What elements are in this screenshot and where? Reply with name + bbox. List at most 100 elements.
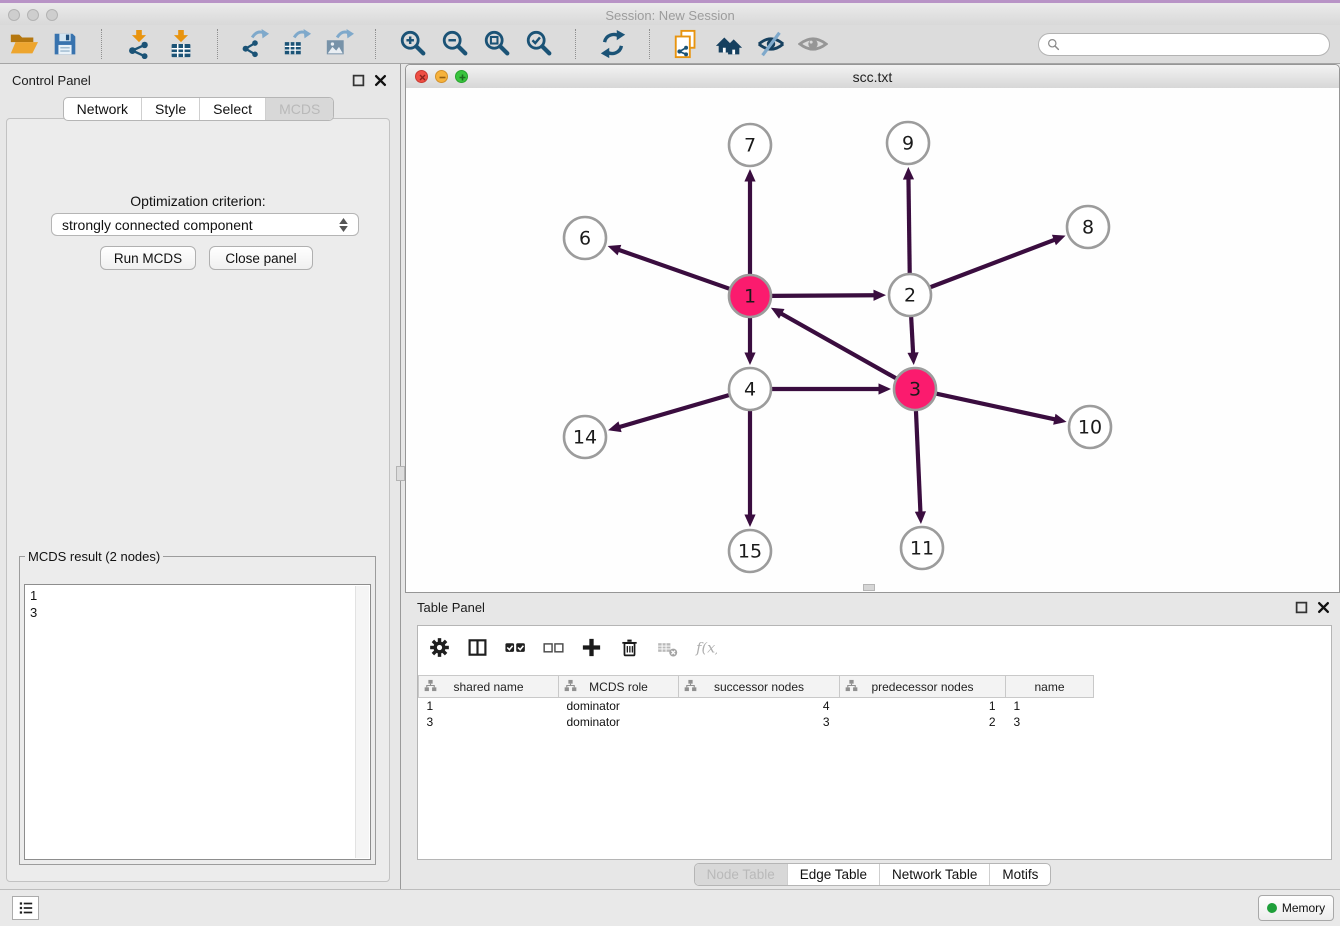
table-options-icon[interactable] [428,636,451,659]
window-title: Session: New Session [0,8,1340,23]
column-header-successor-nodes[interactable]: successor nodes [679,676,840,698]
tab-motifs[interactable]: Motifs [989,864,1050,885]
table-cell[interactable]: 4 [679,698,840,715]
graph-edge-2-9[interactable] [908,178,909,273]
table-row[interactable]: 3dominator323 [419,714,1094,730]
import-network-icon[interactable] [124,29,154,59]
column-header-MCDS-role[interactable]: MCDS role [559,676,679,698]
apply-layout-icon[interactable] [598,29,628,59]
save-session-icon[interactable] [50,29,80,59]
graph-node-6[interactable]: 6 [564,217,606,259]
table-cell[interactable]: 3 [419,714,559,730]
graph-edge-4-14[interactable] [619,395,729,427]
graph-edge-arrowhead [744,169,755,182]
graph-node-2[interactable]: 2 [889,274,931,316]
memory-button[interactable]: Memory [1258,895,1334,921]
add-column-icon[interactable] [580,636,603,659]
graph-edge-arrowhead [907,352,918,365]
show-columns-icon[interactable] [466,636,489,659]
graph-node-15[interactable]: 15 [729,530,771,572]
graph-node-8[interactable]: 8 [1067,206,1109,248]
close-table-panel-icon[interactable] [1317,601,1330,614]
graph-edge-3-10[interactable] [936,394,1055,420]
graph-node-10[interactable]: 10 [1069,406,1111,448]
hide-details-icon[interactable] [756,29,786,59]
network-graph[interactable]: 7 9 6 8 1 2 4 3 14 10 15 11 [406,88,1339,592]
zoom-fit-icon[interactable] [482,29,512,59]
run-mcds-button[interactable]: Run MCDS [100,246,196,270]
graph-edge-3-1[interactable] [781,313,896,378]
search-box[interactable] [1038,33,1330,56]
close-panel-icon[interactable] [374,74,387,87]
virtual-column-icon [845,679,858,692]
graph-node-11[interactable]: 11 [901,527,943,569]
mcds-result-list[interactable]: 13 [24,584,371,860]
table-panel-header: Table Panel [405,597,1340,619]
tab-edge-table[interactable]: Edge Table [787,864,879,885]
tab-network[interactable]: Network [64,98,141,120]
table-cell[interactable]: 3 [1006,714,1094,730]
zoom-in-icon[interactable] [398,29,428,59]
table-row[interactable]: 1dominator411 [419,698,1094,715]
clone-network-icon[interactable] [672,29,702,59]
delete-column-icon[interactable] [618,636,641,659]
network-window-title: scc.txt [406,69,1339,85]
float-panel-icon[interactable] [352,74,365,87]
export-image-icon[interactable] [324,29,354,59]
graph-edge-1-2[interactable] [772,295,875,296]
toolbar-separator [649,29,651,59]
deselect-all-icon[interactable] [542,636,565,659]
table-cell[interactable]: 1 [840,698,1006,715]
table-cell[interactable]: 1 [419,698,559,715]
optimization-criterion-select[interactable]: strongly connected component [51,213,359,236]
tab-mcds[interactable]: MCDS [265,98,333,120]
graph-node-7[interactable]: 7 [729,124,771,166]
column-header-name[interactable]: name [1006,676,1094,698]
graph-node-14[interactable]: 14 [564,416,606,458]
mcds-result-group: MCDS result (2 nodes) 13 [19,549,376,865]
control-panel-tabs: NetworkStyleSelectMCDS [0,97,397,121]
graph-edge-2-3[interactable] [911,317,913,354]
graph-node-3[interactable]: 3 [894,368,936,410]
import-table-icon[interactable] [166,29,196,59]
graph-node-9[interactable]: 9 [887,122,929,164]
table-panel: Table Panel shared nameMCDS rolesuccesso… [405,595,1340,890]
tab-select[interactable]: Select [199,98,265,120]
graph-node-1[interactable]: 1 [729,275,771,317]
network-canvas[interactable]: 7 9 6 8 1 2 4 3 14 10 15 11 [406,88,1339,592]
search-input[interactable] [1065,35,1321,55]
tab-style[interactable]: Style [141,98,199,120]
virtual-column-icon [424,679,437,692]
vertical-splitter-handle[interactable] [396,466,405,481]
table-cell[interactable]: dominator [559,714,679,730]
zoom-selected-icon[interactable] [524,29,554,59]
float-table-panel-icon[interactable] [1295,601,1308,614]
graph-edge-arrowhead [608,421,622,432]
column-header-predecessor-nodes[interactable]: predecessor nodes [840,676,1006,698]
select-all-icon[interactable] [504,636,527,659]
task-history-button[interactable] [12,896,39,920]
svg-text:6: 6 [579,228,591,250]
graph-edge-1-6[interactable] [618,250,729,289]
zoom-out-icon[interactable] [440,29,470,59]
graph-edge-arrowhead [608,245,622,256]
table-cell[interactable]: 2 [840,714,1006,730]
horizontal-splitter-handle[interactable] [863,584,875,591]
network-window-titlebar[interactable]: scc.txt [406,65,1339,89]
graph-edge-2-8[interactable] [931,240,1055,287]
tab-node-table[interactable]: Node Table [695,864,787,885]
column-header-shared-name[interactable]: shared name [419,676,559,698]
result-scrollbar[interactable] [355,586,369,858]
home-view-icon[interactable] [714,29,744,59]
tab-network-table[interactable]: Network Table [879,864,989,885]
table-cell[interactable]: 1 [1006,698,1094,715]
close-panel-button[interactable]: Close panel [209,246,313,270]
export-table-icon[interactable] [282,29,312,59]
graph-edge-3-11[interactable] [916,411,920,513]
table-cell[interactable]: 3 [679,714,840,730]
open-file-icon[interactable] [8,29,38,59]
graph-node-4[interactable]: 4 [729,368,771,410]
table-cell[interactable]: dominator [559,698,679,715]
svg-text:4: 4 [744,379,756,401]
export-network-icon[interactable] [240,29,270,59]
